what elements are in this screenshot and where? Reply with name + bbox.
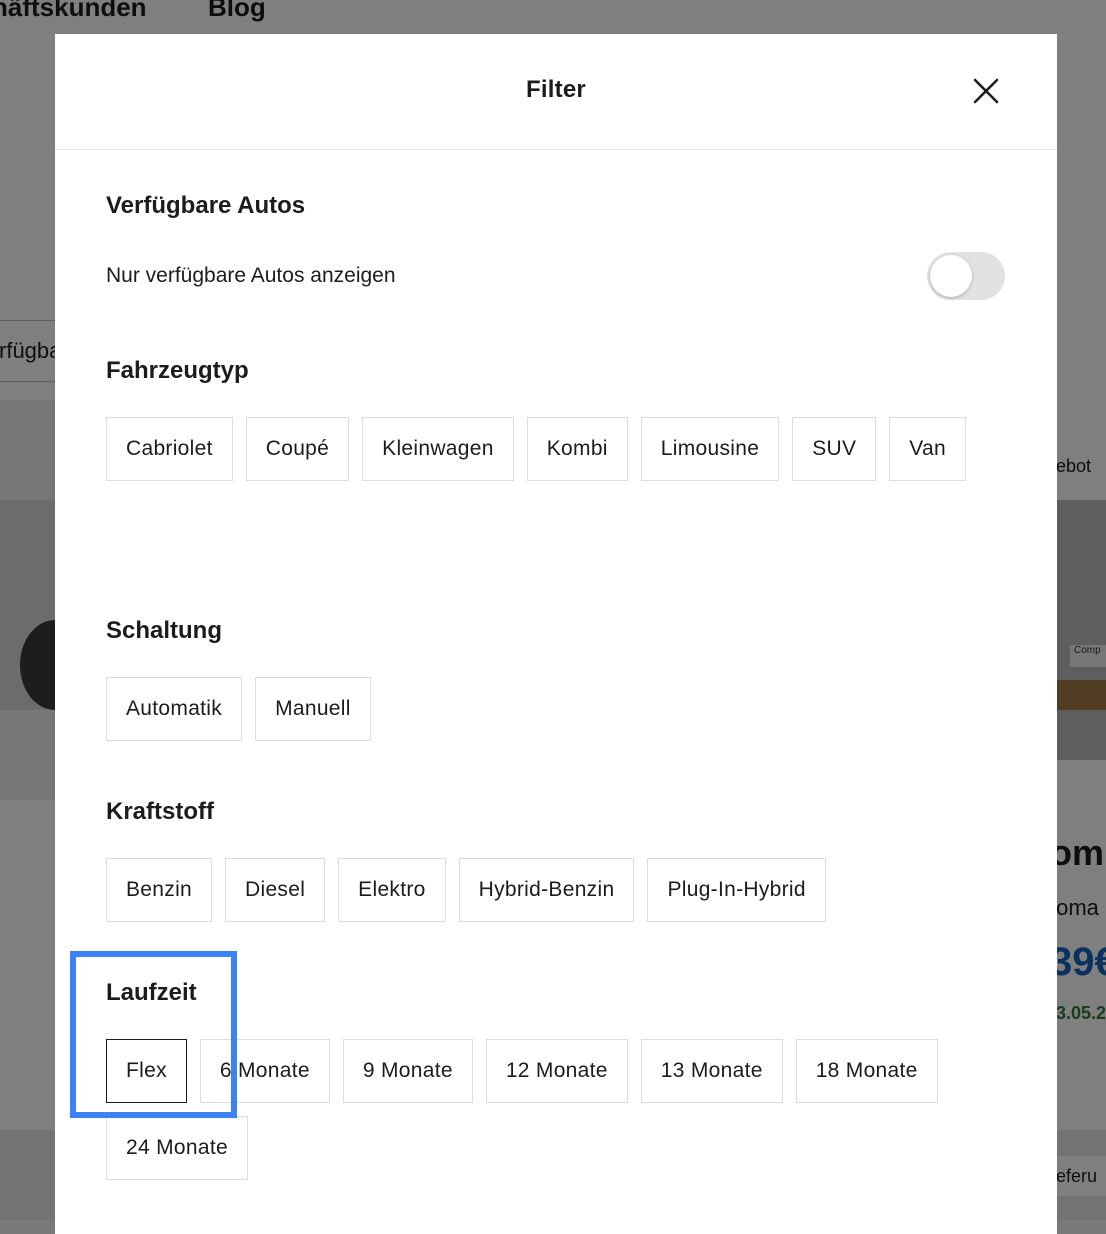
section-available-cars: Verfügbare Autos Nur verfügbare Autos an… [106,192,1006,300]
chip-9-monate[interactable]: 9 Monate [342,1039,473,1103]
chip-suv[interactable]: SUV [792,417,877,481]
toggle-knob [930,255,972,297]
chip-elektro[interactable]: Elektro [338,858,446,922]
chip-plug-in-hybrid[interactable]: Plug-In-Hybrid [647,858,826,922]
section-vehicle-type: Fahrzeugtyp Cabriolet Coupé Kleinwagen K… [106,357,1006,481]
chip-24-monate[interactable]: 24 Monate [106,1116,248,1180]
chip-van[interactable]: Van [889,417,966,481]
chip-flex[interactable]: Flex [106,1039,187,1103]
filter-modal: Filter Verfügbare Autos Nur verfügbare A… [55,34,1057,1234]
modal-header: Filter [55,34,1057,150]
transmission-chips: Automatik Manuell [106,677,1006,741]
chip-cabriolet[interactable]: Cabriolet [106,417,233,481]
modal-title: Filter [526,76,586,103]
chip-coupe[interactable]: Coupé [245,417,350,481]
chip-benzin[interactable]: Benzin [106,858,213,922]
vehicle-type-chips: Cabriolet Coupé Kleinwagen Kombi Limousi… [106,417,1006,481]
chip-hybrid-benzin[interactable]: Hybrid-Benzin [458,858,635,922]
chip-diesel[interactable]: Diesel [225,858,326,922]
available-only-toggle[interactable] [927,252,1005,300]
section-title-fuel: Kraftstoff [106,798,214,825]
available-only-label: Nur verfügbare Autos anzeigen [106,264,396,287]
chip-kombi[interactable]: Kombi [526,417,628,481]
chip-automatik[interactable]: Automatik [106,677,243,741]
section-fuel: Kraftstoff Benzin Diesel Elektro Hybrid-… [106,798,1006,922]
section-title-available: Verfügbare Autos [106,192,306,219]
fuel-chips: Benzin Diesel Elektro Hybrid-Benzin Plug… [106,858,1006,922]
section-transmission: Schaltung Automatik Manuell [106,617,1006,741]
section-duration: Laufzeit Flex 6 Monate 9 Monate 12 Monat… [106,979,1006,1180]
close-button[interactable] [971,76,1001,106]
section-title-transmission: Schaltung [106,617,223,644]
chip-6-monate[interactable]: 6 Monate [199,1039,330,1103]
close-icon [971,76,1001,106]
chip-12-monate[interactable]: 12 Monate [485,1039,628,1103]
section-title-vehicle-type: Fahrzeugtyp [106,357,249,384]
chip-limousine[interactable]: Limousine [640,417,780,481]
chip-manuell[interactable]: Manuell [255,677,371,741]
section-title-duration: Laufzeit [106,979,197,1006]
chip-kleinwagen[interactable]: Kleinwagen [362,417,514,481]
duration-chips: Flex 6 Monate 9 Monate 12 Monate 13 Mona… [106,1039,1006,1180]
chip-13-monate[interactable]: 13 Monate [640,1039,783,1103]
chip-18-monate[interactable]: 18 Monate [795,1039,938,1103]
